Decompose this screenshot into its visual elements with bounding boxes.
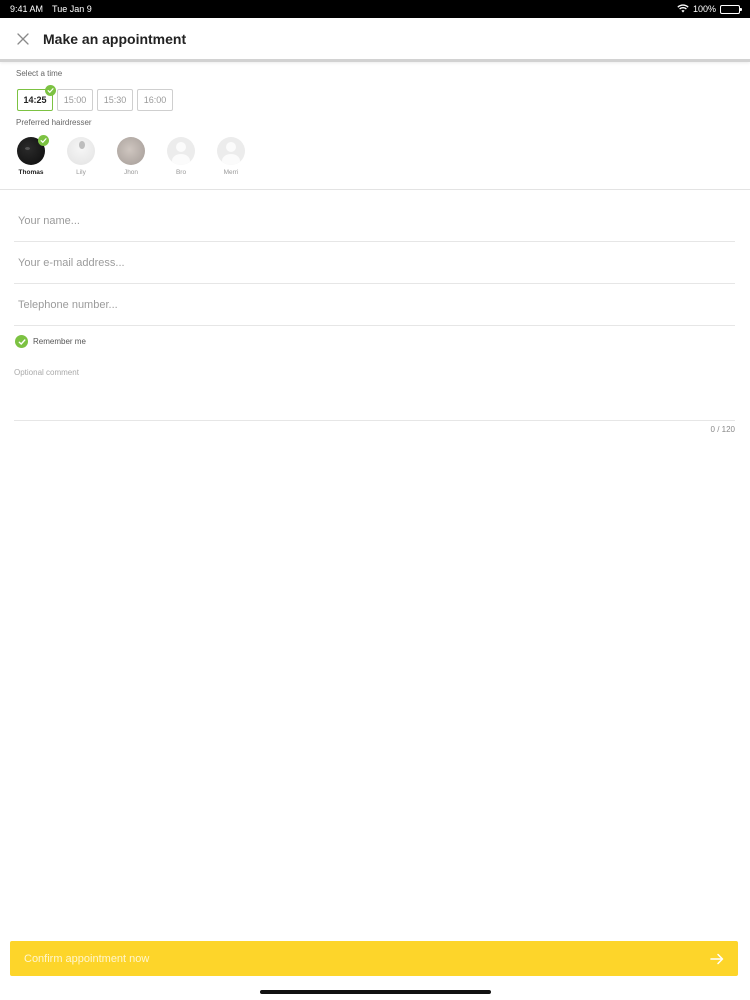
hairdresser-name: Jhon — [123, 169, 139, 176]
remember-me-checkbox[interactable]: Remember me — [15, 335, 86, 348]
status-time: 9:41 AM — [10, 4, 44, 14]
status-bar: 9:41 AM Tue Jan 9 100% — [0, 0, 750, 18]
check-icon — [38, 135, 49, 146]
avatar-placeholder-icon — [217, 137, 245, 165]
hairdresser-lily[interactable]: Lily — [67, 137, 95, 176]
confirm-label: Confirm appointment now — [24, 952, 150, 965]
email-input[interactable] — [14, 242, 735, 284]
character-counter: 0 / 120 — [710, 425, 735, 434]
status-right: 100% — [677, 3, 742, 15]
close-icon[interactable] — [11, 27, 35, 51]
hairdresser-bro[interactable]: Bro — [167, 137, 195, 176]
time-chip-1600[interactable]: 16:00 — [137, 89, 173, 111]
confirm-appointment-button[interactable]: Confirm appointment now — [10, 941, 738, 976]
wifi-icon — [677, 3, 689, 15]
hairdresser-name: Bro — [175, 169, 187, 176]
comment-textarea[interactable] — [14, 365, 735, 421]
avatar — [117, 137, 145, 165]
phone-input[interactable] — [14, 284, 735, 326]
battery-percent: 100% — [692, 4, 716, 14]
hairdresser-jhon[interactable]: Jhon — [117, 137, 145, 176]
hairdresser-thomas[interactable]: Thomas — [17, 135, 49, 176]
hairdresser-name: Thomas — [18, 169, 44, 176]
time-chip-1530[interactable]: 15:30 — [97, 89, 133, 111]
check-icon — [15, 335, 28, 348]
avatar — [17, 135, 49, 165]
hairdresser-name: Lily — [76, 169, 86, 176]
preferred-hairdresser-label: Preferred hairdresser — [16, 118, 92, 127]
time-chip-1425[interactable]: 14:25 — [17, 85, 56, 111]
time-chip-1500[interactable]: 15:00 — [57, 89, 93, 111]
hairdresser-name: Merri — [223, 169, 239, 176]
select-time-label: Select a time — [16, 69, 63, 78]
check-icon — [45, 85, 56, 96]
header: Make an appointment — [0, 18, 750, 62]
avatar — [67, 137, 95, 165]
hairdresser-merri[interactable]: Merri — [217, 137, 245, 176]
time-chips: 14:25 15:00 15:30 16:00 — [17, 85, 173, 111]
status-date: Tue Jan 9 — [52, 4, 92, 14]
hairdresser-list: Thomas Lily Jhon Bro Merri — [17, 135, 245, 176]
battery-icon — [720, 4, 742, 14]
page-title: Make an appointment — [43, 30, 187, 47]
name-input[interactable] — [14, 200, 735, 242]
avatar-placeholder-icon — [167, 137, 195, 165]
arrow-right-icon — [710, 952, 724, 966]
remember-me-label: Remember me — [33, 337, 86, 346]
section-divider — [0, 189, 750, 190]
home-indicator — [260, 990, 491, 994]
